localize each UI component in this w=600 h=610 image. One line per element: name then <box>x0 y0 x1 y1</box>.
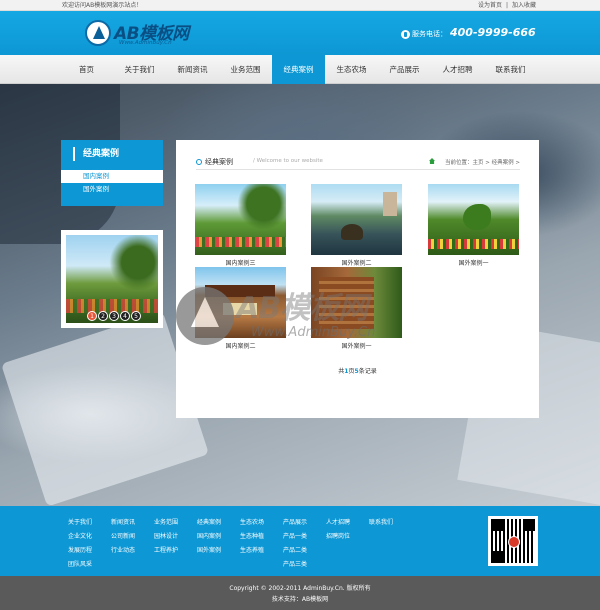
footer-link[interactable]: 业务范围 <box>154 516 197 530</box>
title-bullet-icon <box>196 159 202 165</box>
copyright-bar: Copyright © 2002-2011 AdminBuy.Cn. 版权所有 … <box>0 576 600 610</box>
slideshow-pager: 12345 <box>87 311 141 321</box>
footer-link[interactable]: 联系我们 <box>369 516 412 530</box>
case-item[interactable]: 国外案例二 <box>311 184 402 267</box>
footer-column: 人才招聘 招聘岗位 <box>326 516 369 544</box>
footer-link[interactable]: 企业文化 <box>68 530 111 544</box>
footer-link[interactable]: 关于我们 <box>68 516 111 530</box>
copyright-text: Copyright © 2002-2011 AdminBuy.Cn. 版权所有 <box>229 585 371 592</box>
site-header: AB模板网 Www.AdminBuy.Cn 服务电话： 400-9999-666 <box>0 11 600 55</box>
site-footer: 关于我们 企业文化 发展历程 团队风采 新闻资讯 公司新闻 行业动态 业务范围 园林设计 工程养护… <box>0 506 600 576</box>
phone-icon <box>401 30 410 39</box>
slideshow-dot[interactable]: 2 <box>98 311 108 321</box>
logo-subtitle: Www.AdminBuy.Cn <box>119 40 172 46</box>
sidebar-title: 经典案例 <box>61 140 163 168</box>
sidebar-menu: 国内案例 国外案例 <box>61 168 163 206</box>
footer-link[interactable]: 团队风采 <box>68 558 111 572</box>
nav-item[interactable]: 业务范围 <box>219 55 272 84</box>
footer-link[interactable]: 产品一类 <box>283 530 326 544</box>
slideshow-image[interactable] <box>66 235 158 323</box>
footer-link[interactable]: 生态养殖 <box>240 544 283 558</box>
footer-column: 产品展示 产品一类 产品二类 产品三类 <box>283 516 326 572</box>
footer-link[interactable]: 工程养护 <box>154 544 197 558</box>
footer-link[interactable]: 行业动态 <box>111 544 154 558</box>
slideshow-dot[interactable]: 4 <box>120 311 130 321</box>
home-icon <box>429 158 435 164</box>
breadcrumb[interactable]: 当前位置：主页 > 经典案例 > <box>445 158 520 166</box>
nav-item[interactable]: 首页 <box>60 55 113 84</box>
footer-link[interactable]: 产品三类 <box>283 558 326 572</box>
case-item[interactable]: 国内案例三 <box>195 184 286 267</box>
footer-column: 新闻资讯 公司新闻 行业动态 <box>111 516 154 558</box>
content-subtitle: / Welcome to our website <box>253 158 323 164</box>
case-thumbnail[interactable] <box>195 184 286 255</box>
nav-item[interactable]: 联系我们 <box>484 55 537 84</box>
top-links: 设为首页 | 加入收藏 <box>476 0 538 11</box>
case-caption[interactable]: 国外案例二 <box>311 258 402 267</box>
sidebar-item-overseas[interactable]: 国外案例 <box>61 183 163 196</box>
phone-number: 400-9999-666 <box>450 26 536 39</box>
add-favorite-link[interactable]: 加入收藏 <box>510 2 538 9</box>
nav-item[interactable]: 产品展示 <box>378 55 431 84</box>
footer-column: 联系我们 <box>369 516 412 530</box>
footer-link[interactable]: 生态农场 <box>240 516 283 530</box>
qr-code <box>488 516 538 566</box>
case-caption[interactable]: 国外案例一 <box>428 258 519 267</box>
nav-item[interactable]: 新闻资讯 <box>166 55 219 84</box>
footer-column: 关于我们 企业文化 发展历程 团队风采 <box>68 516 111 572</box>
watermark-text: AB模板网 <box>236 291 368 326</box>
case-item[interactable]: 国外案例一 <box>428 184 519 267</box>
footer-link[interactable]: 园林设计 <box>154 530 197 544</box>
slideshow-dot[interactable]: 5 <box>131 311 141 321</box>
footer-link[interactable]: 国内案例 <box>197 530 240 544</box>
footer-column: 经典案例 国内案例 国外案例 <box>197 516 240 558</box>
content-title: 经典案例 <box>205 158 233 166</box>
nav-item[interactable]: 经典案例 <box>272 55 325 84</box>
phone-label: 服务电话： <box>412 30 447 38</box>
slideshow-dot[interactable]: 1 <box>87 311 97 321</box>
content-panel: 经典案例 / Welcome to our website 当前位置：主页 > … <box>176 140 539 418</box>
footer-link[interactable]: 招聘岗位 <box>326 530 369 544</box>
footer-link[interactable]: 生态种植 <box>240 530 283 544</box>
content-header: 经典案例 / Welcome to our website 当前位置：主页 > … <box>196 155 520 170</box>
case-thumbnail[interactable] <box>428 184 519 255</box>
main-nav: 首页 关于我们 新闻资讯 业务范围 经典案例 生态农场 产品展示 人才招聘 联系我们 <box>0 55 600 84</box>
nav-item[interactable]: 关于我们 <box>113 55 166 84</box>
case-thumbnail[interactable] <box>311 184 402 255</box>
top-bar: 欢迎访问AB模板网演示站点！ 设为首页 | 加入收藏 <box>0 0 600 11</box>
watermark-url: Www.AdminBuy.Cn <box>251 325 376 340</box>
footer-link[interactable]: 国外案例 <box>197 544 240 558</box>
footer-link[interactable]: 发展历程 <box>68 544 111 558</box>
footer-link[interactable]: 人才招聘 <box>326 516 369 530</box>
nav-list: 首页 关于我们 新闻资讯 业务范围 经典案例 生态农场 产品展示 人才招聘 联系我们 <box>60 55 537 84</box>
qr-code-icon <box>491 519 535 563</box>
pager-suffix: 条记录 <box>358 368 377 375</box>
footer-link[interactable]: 公司新闻 <box>111 530 154 544</box>
welcome-text: 欢迎访问AB模板网演示站点！ <box>62 2 143 9</box>
footer-link[interactable]: 产品展示 <box>283 516 326 530</box>
watermark-logo-icon <box>176 287 234 345</box>
footer-link[interactable]: 新闻资讯 <box>111 516 154 530</box>
footer-column: 生态农场 生态种植 生态养殖 <box>240 516 283 558</box>
sidebar-item-domestic[interactable]: 国内案例 <box>61 170 163 183</box>
logo-icon[interactable] <box>85 20 111 46</box>
support-text: 技术支持：AB模板网 <box>271 596 329 603</box>
footer-link[interactable]: 产品二类 <box>283 544 326 558</box>
footer-link[interactable]: 经典案例 <box>197 516 240 530</box>
nav-item[interactable]: 人才招聘 <box>431 55 484 84</box>
case-caption[interactable]: 国外案例一 <box>311 341 402 350</box>
nav-item[interactable]: 生态农场 <box>325 55 378 84</box>
set-home-link[interactable]: 设为首页 <box>476 2 504 9</box>
case-caption[interactable]: 国内案例三 <box>195 258 286 267</box>
footer-column: 业务范围 园林设计 工程养护 <box>154 516 197 558</box>
pagination: 共1页5条记录 <box>176 366 539 375</box>
slideshow-dot[interactable]: 3 <box>109 311 119 321</box>
